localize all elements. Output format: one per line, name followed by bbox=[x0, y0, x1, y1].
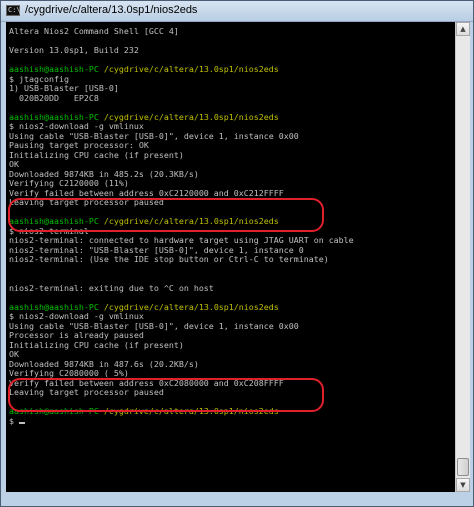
vertical-scrollbar[interactable]: ▲ ▼ bbox=[455, 22, 470, 492]
terminal-line: Downloaded 9874KB in 487.6s (20.2KB/s) bbox=[9, 360, 455, 370]
terminal-text: nios2-terminal: (Use the IDE stop button… bbox=[9, 255, 329, 264]
terminal-text: Version 13.0sp1, Build 232 bbox=[9, 46, 139, 55]
terminal-prompt-line: aashish@aashish-PC /cygdrive/c/altera/13… bbox=[9, 65, 455, 75]
text-cursor bbox=[19, 421, 25, 424]
terminal-text: Verify failed between address 0xC2120000… bbox=[9, 188, 284, 198]
error-highlight-1 bbox=[8, 198, 324, 232]
prompt-path: /cygdrive/c/altera/13.0sp1/nios2eds bbox=[103, 302, 279, 312]
prompt-path: /cygdrive/c/altera/13.0sp1/nios2eds bbox=[103, 112, 279, 122]
terminal-text: Initializing CPU cache (if present) bbox=[9, 150, 184, 160]
terminal-output[interactable]: Altera Nios2 Command Shell [GCC 4] Versio… bbox=[6, 22, 455, 492]
terminal-line: $ nios2-download -g vmlinux bbox=[9, 312, 455, 322]
terminal-prompt-line: aashish@aashish-PC /cygdrive/c/altera/13… bbox=[9, 303, 455, 313]
terminal-line: OK bbox=[9, 160, 455, 170]
terminal-line: 1) USB-Blaster [USB-0] bbox=[9, 84, 455, 94]
terminal-text: Altera Nios2 Command Shell [GCC 4] bbox=[9, 27, 179, 36]
terminal-line: Processor is already paused bbox=[9, 331, 455, 341]
terminal-text: Pausing target processor: OK bbox=[9, 141, 149, 150]
terminal-line: Verify failed between address 0xC2120000… bbox=[9, 189, 455, 199]
terminal-line: $ nios2-download -g vmlinux bbox=[9, 122, 455, 132]
terminal-line: $ bbox=[9, 417, 455, 427]
terminal-text: $ bbox=[9, 416, 19, 426]
scroll-up-arrow-icon[interactable]: ▲ bbox=[456, 22, 470, 36]
terminal-line: nios2-terminal: (Use the IDE stop button… bbox=[9, 255, 455, 265]
terminal-text: 1) USB-Blaster [USB-0] bbox=[9, 84, 119, 93]
terminal-text: $ nios2-download -g vmlinux bbox=[9, 312, 144, 321]
window-bottom-border bbox=[1, 492, 473, 506]
terminal-line: nios2-terminal: exiting due to ^C on hos… bbox=[9, 284, 455, 294]
prompt-user: aashish@aashish-PC bbox=[9, 302, 99, 312]
terminal-line: Version 13.0sp1, Build 232 bbox=[9, 46, 455, 56]
terminal-text: $ jtagconfig bbox=[9, 74, 69, 84]
terminal-line: OK bbox=[9, 350, 455, 360]
terminal-text: Processor is already paused bbox=[9, 331, 144, 340]
terminal-text: Downloaded 9874KB in 487.6s (20.2KB/s) bbox=[9, 359, 199, 369]
terminal-line: Downloaded 9874KB in 485.2s (20.3KB/s) bbox=[9, 170, 455, 180]
prompt-user: aashish@aashish-PC bbox=[9, 112, 99, 122]
terminal-line: nios2-terminal: connected to hardware ta… bbox=[9, 236, 455, 246]
prompt-user: aashish@aashish-PC bbox=[9, 65, 99, 74]
terminal-text: Verifying C2120000 (11%) bbox=[9, 179, 129, 188]
terminal-text: OK bbox=[9, 350, 19, 359]
terminal-line: $ jtagconfig bbox=[9, 75, 455, 85]
console-window-icon[interactable]: C:\ bbox=[6, 5, 21, 16]
terminal-text: 020B20DD EP2C8 bbox=[9, 93, 99, 103]
terminal-line: Verifying C2120000 (11%) bbox=[9, 179, 455, 189]
terminal-line: 020B20DD EP2C8 bbox=[9, 94, 455, 104]
terminal-line: Initializing CPU cache (if present) bbox=[9, 151, 455, 161]
terminal-line: nios2-terminal: "USB-Blaster [USB-0]", d… bbox=[9, 246, 455, 256]
terminal-text: Downloaded 9874KB in 485.2s (20.3KB/s) bbox=[9, 169, 199, 179]
terminal-text: nios2-terminal: connected to hardware ta… bbox=[9, 236, 354, 245]
prompt-path: /cygdrive/c/altera/13.0sp1/nios2eds bbox=[103, 65, 279, 74]
terminal-text: Verifying C2080000 ( 5%) bbox=[9, 369, 129, 378]
scrollbar-thumb[interactable] bbox=[457, 458, 469, 476]
error-highlight-2 bbox=[8, 378, 324, 412]
terminal-line: Initializing CPU cache (if present) bbox=[9, 341, 455, 351]
terminal-line: Altera Nios2 Command Shell [GCC 4] bbox=[9, 27, 455, 37]
terminal-text: Using cable "USB-Blaster [USB-0]", devic… bbox=[9, 321, 299, 331]
terminal-text: $ nios2-download -g vmlinux bbox=[9, 122, 144, 131]
title-bar[interactable]: C:\ /cygdrive/c/altera/13.0sp1/nios2eds bbox=[1, 1, 473, 22]
window-title: /cygdrive/c/altera/13.0sp1/nios2eds bbox=[25, 4, 198, 16]
terminal-line: Using cable "USB-Blaster [USB-0]", devic… bbox=[9, 322, 455, 332]
terminal-line: Pausing target processor: OK bbox=[9, 141, 455, 151]
scroll-down-arrow-icon[interactable]: ▼ bbox=[456, 478, 470, 492]
terminal-text: Using cable "USB-Blaster [USB-0]", devic… bbox=[9, 131, 299, 141]
terminal-text: nios2-terminal: "USB-Blaster [USB-0]", d… bbox=[9, 245, 304, 255]
terminal-text: nios2-terminal: exiting due to ^C on hos… bbox=[9, 283, 214, 293]
terminal-line: Using cable "USB-Blaster [USB-0]", devic… bbox=[9, 132, 455, 142]
terminal-window: C:\ /cygdrive/c/altera/13.0sp1/nios2eds … bbox=[0, 0, 474, 507]
terminal-text: OK bbox=[9, 160, 19, 169]
terminal-text: Initializing CPU cache (if present) bbox=[9, 340, 184, 350]
terminal-prompt-line: aashish@aashish-PC /cygdrive/c/altera/13… bbox=[9, 113, 455, 123]
